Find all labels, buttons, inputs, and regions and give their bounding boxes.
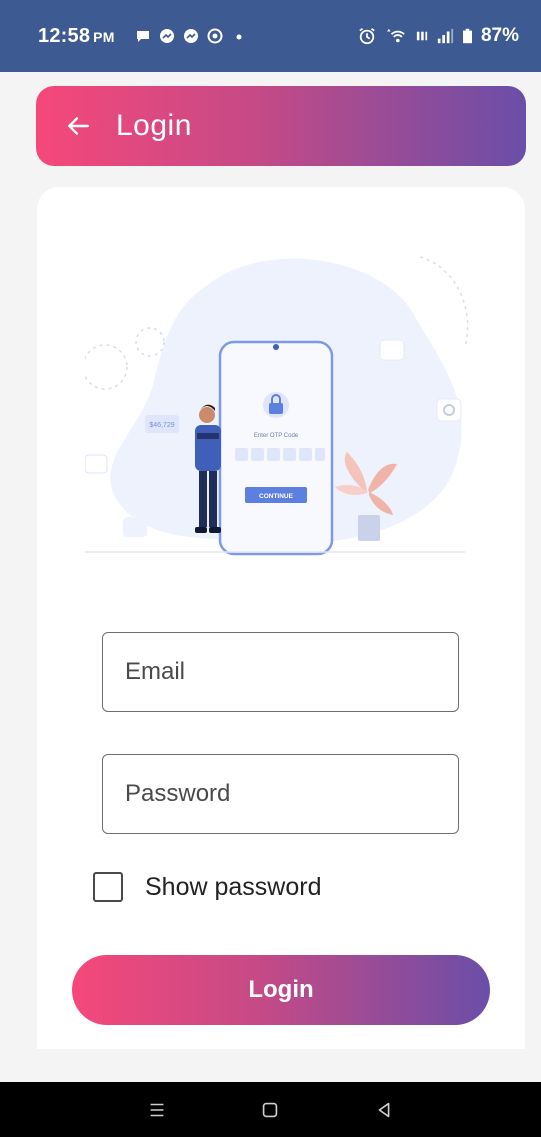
phone-camera — [273, 344, 279, 350]
people-chip — [123, 517, 147, 537]
arrow-left-icon — [68, 117, 89, 135]
app-bar: Login — [36, 86, 526, 166]
triangle-back-icon — [378, 1102, 390, 1117]
show-password-checkbox[interactable] — [93, 872, 123, 902]
login-card: $46,729 Enter OTP Code CONTINUE Email Sh… — [37, 187, 525, 1049]
dashed-circle — [85, 344, 128, 390]
chat-chip — [85, 454, 108, 474]
square-home-icon — [263, 1102, 278, 1117]
status-left: 12:58 PM — [38, 25, 247, 48]
dashed-circle-2 — [135, 327, 165, 357]
email-field[interactable] — [102, 632, 459, 712]
lock-icon — [269, 403, 283, 414]
login-button[interactable]: Login — [72, 955, 490, 1025]
battery-icon — [462, 28, 472, 44]
home-button[interactable] — [250, 1090, 290, 1130]
continue-chip-label: CONTINUE — [259, 493, 294, 500]
back-nav-button[interactable] — [364, 1090, 404, 1130]
messenger-icon — [159, 29, 174, 43]
chat-icon — [136, 31, 149, 42]
gear-chip — [436, 398, 462, 422]
recents-button[interactable] — [137, 1090, 177, 1130]
stat-chip-label: $46,729 — [149, 422, 174, 429]
status-right: 87% — [358, 25, 519, 47]
alarm-icon — [359, 28, 375, 45]
dashed-curve — [419, 256, 469, 348]
wifi-icon — [386, 28, 405, 43]
notification-icons — [135, 28, 247, 44]
messenger-icon-2 — [183, 29, 198, 43]
dot-icon — [236, 34, 242, 40]
image-chip — [379, 339, 405, 361]
status-bar: 12:58 PM 87% — [0, 0, 541, 72]
back-button[interactable] — [60, 108, 96, 144]
password-field[interactable] — [102, 754, 459, 834]
signal-icon — [437, 28, 454, 44]
otp-title: Enter OTP Code — [254, 433, 299, 439]
navigation-bar — [0, 1082, 541, 1137]
menu-lines-icon — [150, 1103, 164, 1116]
battery-percent: 87% — [480, 25, 519, 46]
volte-icon — [416, 31, 428, 41]
whatsapp-icon — [207, 28, 223, 44]
page-title: Login — [116, 109, 192, 142]
otp-illustration: $46,729 Enter OTP Code CONTINUE — [85, 256, 469, 556]
status-ampm: PM — [93, 28, 115, 45]
show-password-row[interactable]: Show password — [93, 869, 321, 905]
status-time: 12:58 PM — [38, 25, 115, 48]
show-password-label: Show password — [145, 872, 322, 901]
status-time-value: 12:58 — [38, 24, 91, 47]
